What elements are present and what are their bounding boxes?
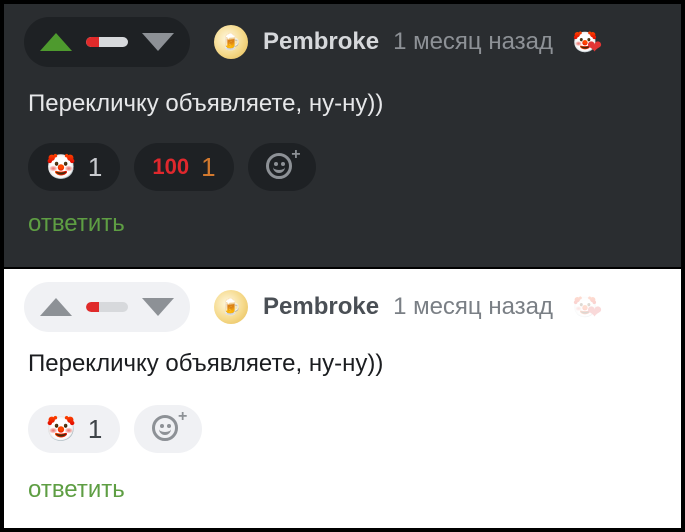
reaction-count: 1 [87, 151, 103, 182]
avatar[interactable]: 🍺 [214, 290, 248, 324]
add-emoji-icon: + [265, 147, 301, 183]
author-badge: 🤡 ❤ [571, 28, 603, 58]
author-name[interactable]: Pembroke [263, 293, 379, 321]
author-badge: 🤡 ❤ [571, 293, 603, 323]
comment-date[interactable]: 1 месяц назад [393, 293, 553, 321]
add-reaction-button[interactable]: + [247, 143, 316, 191]
comment-header: 🍺 Pembroke 1 месяц назад 🤡 ❤ [24, 17, 603, 67]
reply-link[interactable]: ответить [28, 210, 125, 238]
rating-bar [86, 302, 128, 312]
rating-negative-fill [86, 37, 99, 47]
vote-widget [24, 282, 190, 332]
reaction-count: 1 [87, 413, 103, 444]
reactions-bar: 🤡 1 100 1 + [28, 143, 316, 191]
heart-icon: ❤ [586, 37, 603, 57]
vote-widget [24, 17, 190, 67]
beer-mug-icon: 🍺 [221, 34, 241, 51]
reactions-bar: 🤡 1 + [28, 405, 203, 453]
screenshot-frame: 🍺 Pembroke 1 месяц назад 🤡 ❤ Перекличку … [0, 0, 685, 532]
downvote-arrow-icon[interactable] [142, 298, 174, 316]
rating-bar [86, 37, 128, 47]
add-reaction-button[interactable]: + [134, 405, 203, 453]
clown-face-icon: 🤡 [46, 415, 76, 443]
downvote-arrow-icon[interactable] [142, 33, 174, 51]
add-emoji-icon: + [152, 409, 187, 445]
upvote-arrow-icon[interactable] [40, 33, 72, 51]
comment-dark: 🍺 Pembroke 1 месяц назад 🤡 ❤ Перекличку … [4, 4, 681, 267]
comment-date[interactable]: 1 месяц назад [393, 28, 553, 56]
beer-mug-icon: 🍺 [221, 299, 241, 316]
comment-text: Перекличку объявляете, ну-ну)) [28, 350, 384, 377]
reaction-clown[interactable]: 🤡 1 [28, 143, 121, 191]
clown-face-icon: 🤡 [46, 153, 76, 181]
author-name[interactable]: Pembroke [263, 28, 379, 56]
hundred-points-icon: 100 [152, 154, 190, 179]
reaction-hundred[interactable]: 100 1 [134, 143, 234, 191]
comment-light: 🍺 Pembroke 1 месяц назад 🤡 ❤ Перекличку … [4, 269, 681, 528]
reaction-clown[interactable]: 🤡 1 [28, 405, 121, 453]
avatar[interactable]: 🍺 [214, 25, 248, 59]
rating-negative-fill [86, 302, 99, 312]
comment-header: 🍺 Pembroke 1 месяц назад 🤡 ❤ [24, 282, 603, 332]
heart-icon: ❤ [586, 302, 603, 322]
comment-text: Перекличку объявляете, ну-ну)) [28, 90, 384, 117]
reaction-count: 1 [201, 151, 216, 182]
upvote-arrow-icon[interactable] [40, 298, 72, 316]
reply-link[interactable]: ответить [28, 476, 125, 504]
